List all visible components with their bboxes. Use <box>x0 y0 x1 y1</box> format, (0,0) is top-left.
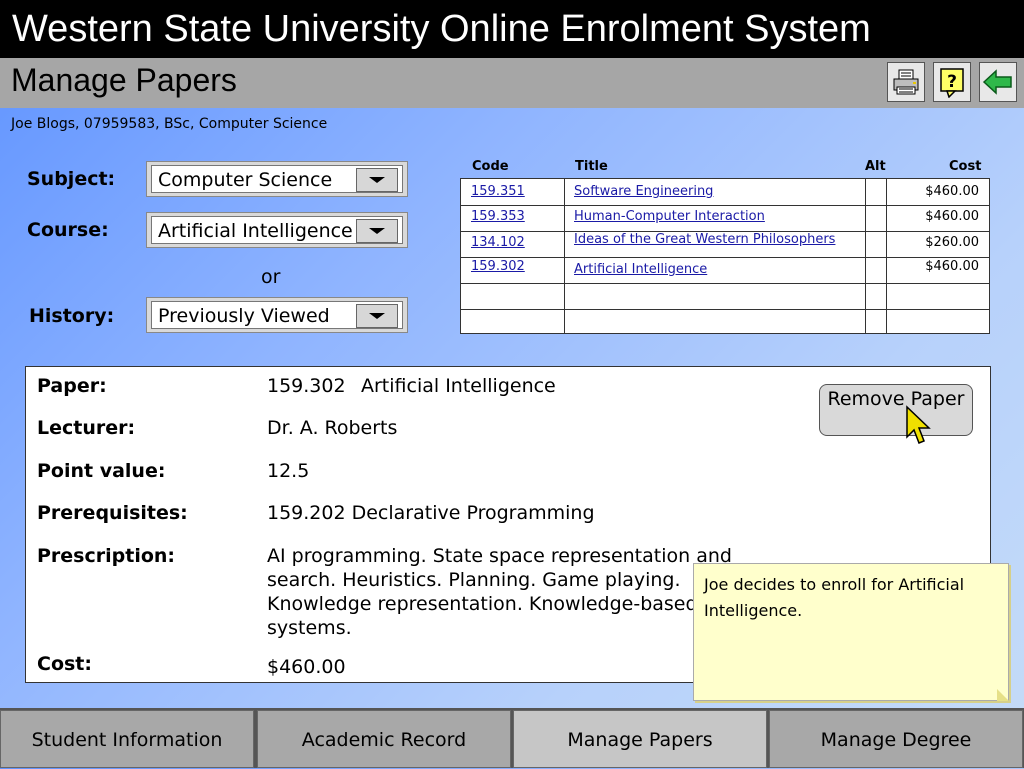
student-info-line: Joe Blogs, 07959583, BSc, Computer Scien… <box>11 116 328 132</box>
cost-label: Cost: <box>37 653 92 675</box>
table-row[interactable]: 159.353 Human-Computer Interaction $460.… <box>461 205 989 232</box>
printer-icon <box>893 69 919 95</box>
points-label: Point value: <box>37 460 166 482</box>
course-value: Artificial Intelligence <box>158 220 353 242</box>
scenario-note: Joe decides to enroll for Artificial Int… <box>693 563 1009 701</box>
paper-title-link[interactable]: Ideas of the Great Western Philosophers <box>574 232 835 247</box>
chevron-down-icon <box>369 177 385 183</box>
paper-cost: $260.00 <box>925 235 979 250</box>
help-button[interactable]: ? <box>933 62 971 102</box>
svg-text:?: ? <box>947 72 957 92</box>
back-button[interactable] <box>979 62 1017 102</box>
paper-code-link[interactable]: 159.351 <box>471 184 525 199</box>
prerequisites-label: Prerequisites: <box>37 502 188 524</box>
col-header-code: Code <box>472 159 509 174</box>
history-select[interactable]: Previously Viewed <box>146 297 408 333</box>
help-icon: ? <box>940 68 964 98</box>
paper-cost: $460.00 <box>925 259 979 274</box>
page-header: Manage Papers ? <box>0 58 1024 108</box>
tab-manage-degree[interactable]: Manage Degree <box>769 710 1023 768</box>
print-button[interactable] <box>887 62 925 102</box>
paper-label: Paper: <box>37 375 107 397</box>
table-row[interactable] <box>461 309 989 335</box>
history-label: History: <box>29 305 115 327</box>
paper-title-link[interactable]: Human-Computer Interaction <box>574 209 765 224</box>
paper-title-link[interactable]: Artificial Intelligence <box>574 262 707 277</box>
col-header-cost: Cost <box>949 159 982 174</box>
chevron-down-icon <box>369 228 385 234</box>
back-arrow-icon <box>982 69 1012 95</box>
scenario-note-text: Joe decides to enroll for Artificial Int… <box>704 575 965 620</box>
history-value: Previously Viewed <box>158 305 330 327</box>
table-row[interactable] <box>461 283 989 310</box>
course-dropdown-button[interactable] <box>356 219 398 243</box>
remove-paper-button[interactable]: Remove Paper <box>819 384 973 436</box>
course-label: Course: <box>27 219 109 241</box>
paper-code-link[interactable]: 159.302 <box>471 259 525 274</box>
bottom-navigation: Student Information Academic Record Mana… <box>0 708 1024 768</box>
col-header-alt: Alt <box>865 159 886 174</box>
table-row[interactable]: 159.302 Artificial Intelligence $460.00 <box>461 257 989 284</box>
lecturer-label: Lecturer: <box>37 417 136 439</box>
course-select[interactable]: Artificial Intelligence <box>146 212 408 248</box>
subject-select[interactable]: Computer Science <box>146 161 408 197</box>
app-title: Western State University Online Enrolmen… <box>0 0 1024 58</box>
prescription-label: Prescription: <box>37 545 176 567</box>
subject-dropdown-button[interactable] <box>356 168 398 192</box>
paper-cost: $460.00 <box>925 184 979 199</box>
mouse-cursor-icon <box>906 405 931 444</box>
chevron-down-icon <box>369 313 385 319</box>
table-row[interactable]: 134.102 Ideas of the Great Western Philo… <box>461 231 989 258</box>
tab-academic-record[interactable]: Academic Record <box>257 710 511 768</box>
col-header-title: Title <box>575 159 608 174</box>
paper-title-link[interactable]: Software Engineering <box>574 184 713 199</box>
paper-cost: $460.00 <box>925 209 979 224</box>
paper-code: 159.302 <box>267 375 346 397</box>
prerequisites-value: 159.202 Declarative Programming <box>267 502 595 524</box>
cost-value: $460.00 <box>267 656 346 678</box>
subject-value: Computer Science <box>158 169 333 191</box>
points-value: 12.5 <box>267 460 310 482</box>
selected-papers-table: 159.351 Software Engineering $460.00 159… <box>460 178 990 334</box>
tab-student-information[interactable]: Student Information <box>0 710 254 768</box>
table-row[interactable]: 159.351 Software Engineering $460.00 <box>461 179 989 206</box>
paper-code-link[interactable]: 159.353 <box>471 209 525 224</box>
subject-label: Subject: <box>27 168 116 190</box>
or-separator: or <box>261 266 281 288</box>
paper-code-link[interactable]: 134.102 <box>471 235 525 250</box>
paper-title: Artificial Intelligence <box>361 375 556 397</box>
tab-manage-papers[interactable]: Manage Papers <box>513 710 767 768</box>
history-dropdown-button[interactable] <box>356 304 398 328</box>
lecturer-value: Dr. A. Roberts <box>267 417 398 439</box>
page-title: Manage Papers <box>11 62 237 98</box>
